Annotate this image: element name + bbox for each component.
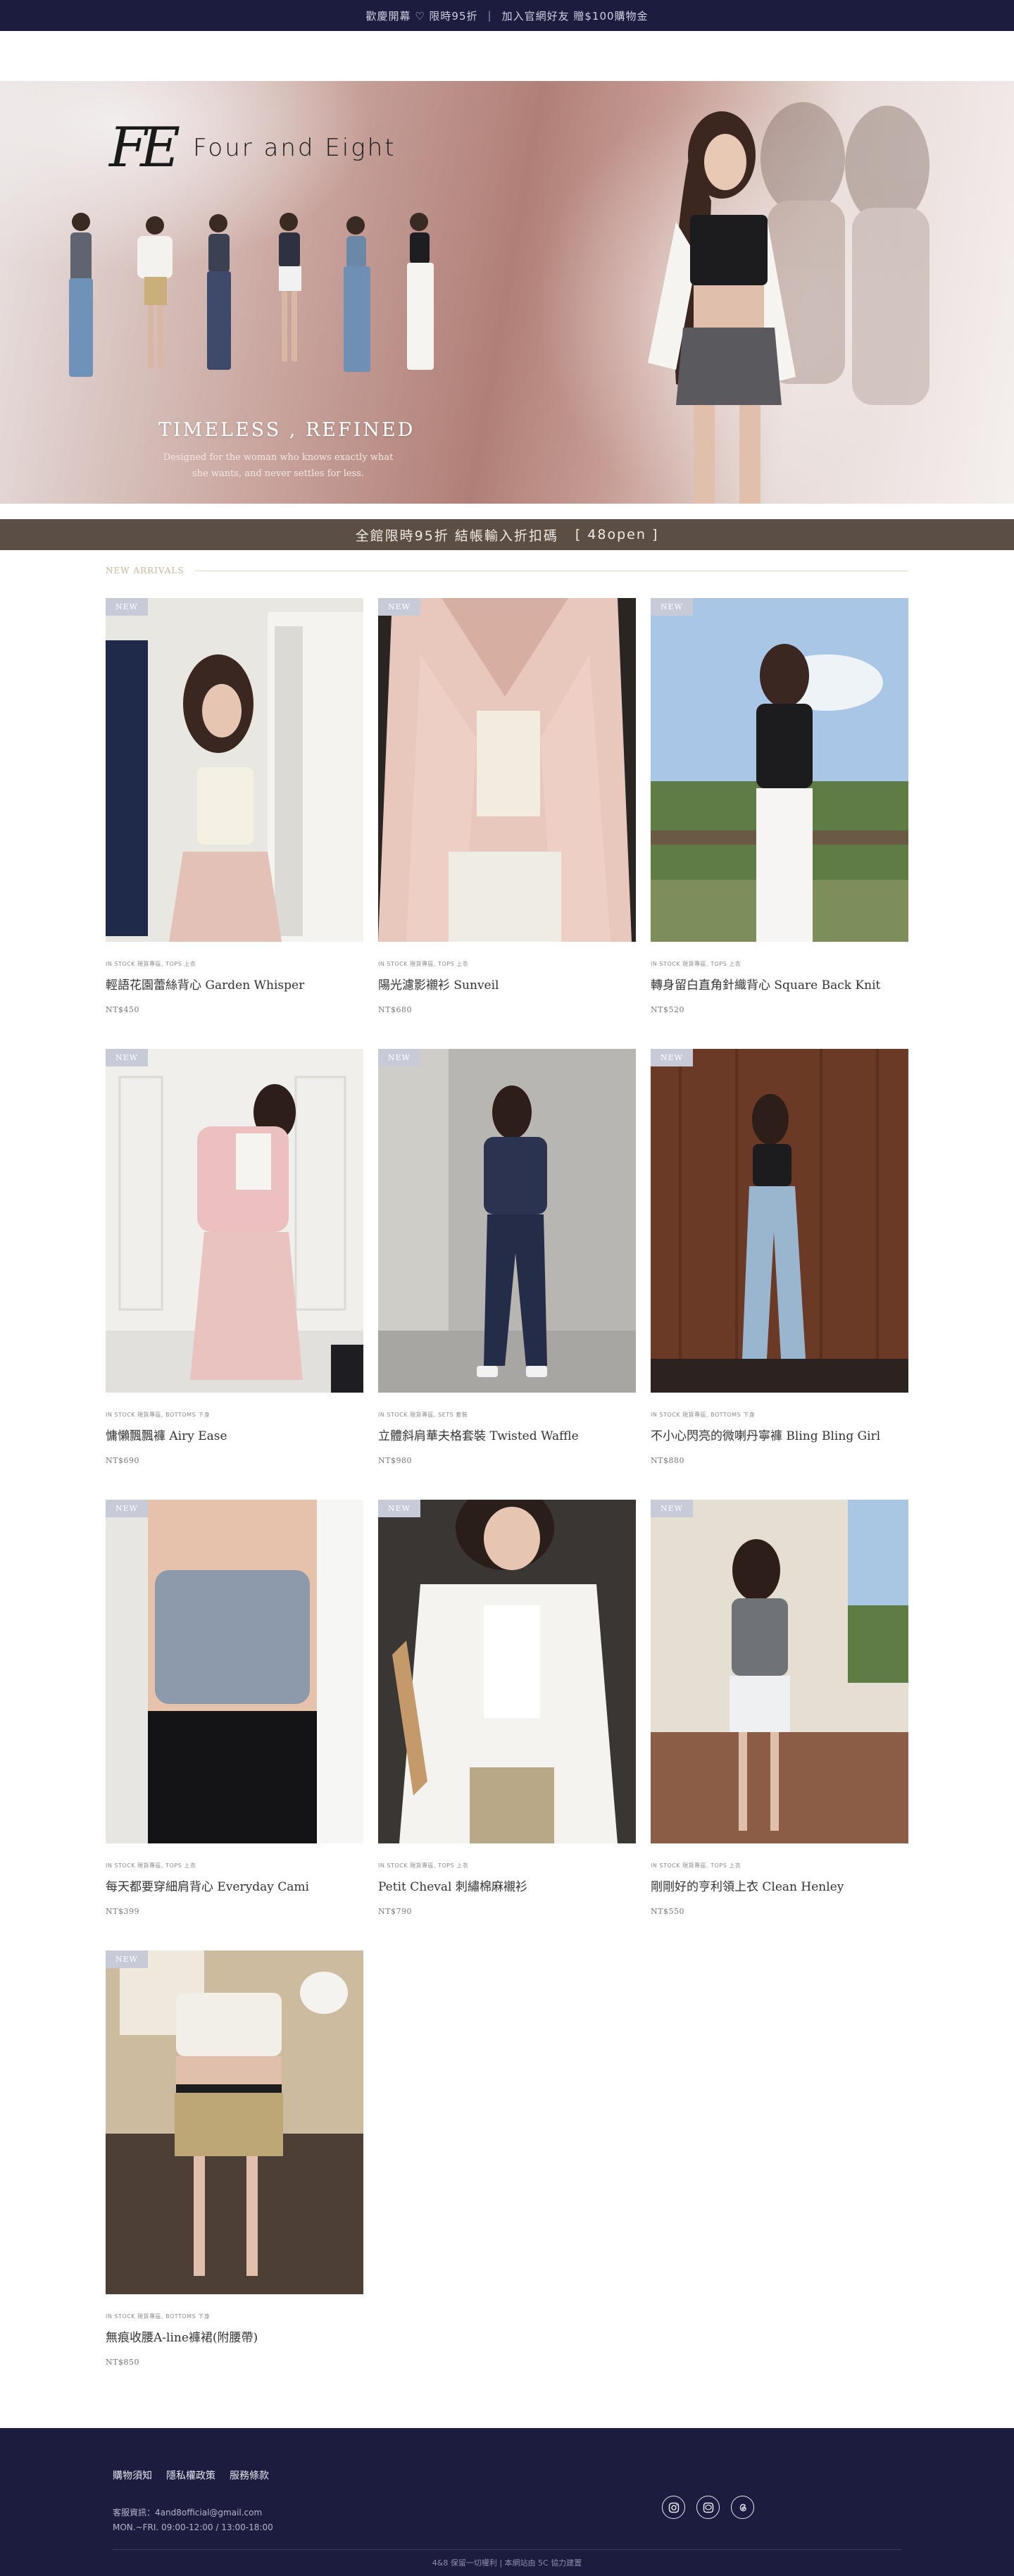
product-image[interactable]: NEW: [106, 1500, 363, 1843]
product-card[interactable]: NEW IN STOCK 現貨專區, TOPS 上衣 陽光濾影襯衫 Sunvei…: [378, 598, 636, 1042]
product-price: NT$690: [106, 1456, 139, 1465]
new-badge: NEW: [651, 1049, 693, 1066]
product-category[interactable]: IN STOCK 現貨專區, TOPS 上衣: [651, 960, 908, 968]
product-category[interactable]: IN STOCK 現貨專區, BOTTOMS 下身: [106, 1411, 363, 1419]
announcement-left[interactable]: 歡慶開幕 ♡ 限時95折: [365, 8, 477, 23]
announcement-bar: 歡慶開幕 ♡ 限時95折 | 加入官網好友 贈$100購物金: [0, 0, 1014, 31]
product-card[interactable]: NEW IN STOCK 現貨專區, BOTTOMS 下身 慵懶飄飄褲 Airy…: [106, 1049, 363, 1493]
instagram-icon[interactable]: [662, 2496, 685, 2519]
promo-strip: 全館限時95折 結帳輸入折扣碼 [ 48open ]: [0, 519, 1014, 550]
ghost-figure-2: [845, 106, 930, 405]
hero-subline: Designed for the woman who knows exactly…: [163, 452, 394, 479]
product-grid: NEW IN STOCK 現貨專區, TOPS 上衣 輕語花園蕾絲背心 Gard…: [106, 598, 908, 2394]
new-badge: NEW: [106, 1500, 148, 1517]
product-name[interactable]: 無痕收腰A-line褲裙(附腰帶): [106, 2327, 363, 2345]
new-badge: NEW: [106, 1049, 148, 1066]
product-category[interactable]: IN STOCK 現貨專區, TOPS 上衣: [378, 1862, 636, 1869]
product-image[interactable]: NEW: [106, 1049, 363, 1393]
product-image[interactable]: NEW: [651, 1049, 908, 1393]
product-image[interactable]: NEW: [106, 1950, 363, 2294]
footer-social: [662, 2496, 754, 2519]
model-figure-3: [207, 214, 231, 370]
product-image[interactable]: NEW: [378, 1049, 636, 1393]
hero-model-photo: [648, 102, 930, 504]
product-card[interactable]: NEW IN STOCK 現貨專區, TOPS 上衣 Petit Cheval …: [378, 1500, 636, 1943]
footer-link-shopping-guide[interactable]: 購物須知: [113, 2468, 152, 2482]
model-figure-2: [137, 216, 173, 368]
product-image[interactable]: NEW: [651, 1500, 908, 1843]
product-price: NT$450: [106, 1005, 139, 1014]
site-footer: 購物須知 隱私權政策 服務條款 客服資訊：4and8official@gmail…: [0, 2428, 1014, 2576]
hero-tagline: TIMELESS , REFINED: [158, 419, 415, 441]
product-price: NT$550: [651, 1907, 684, 1916]
new-badge: NEW: [378, 598, 420, 616]
footer-divider: [113, 2549, 901, 2550]
product-category[interactable]: IN STOCK 現貨專區, TOPS 上衣: [651, 1862, 908, 1869]
product-name[interactable]: 剛剛好的亨利領上衣 Clean Henley: [651, 1877, 908, 1894]
product-price: NT$880: [651, 1456, 684, 1465]
product-image[interactable]: NEW: [106, 598, 363, 942]
product-image[interactable]: NEW: [378, 598, 636, 942]
product-price: NT$850: [106, 2358, 139, 2367]
model-figure-1: [69, 213, 93, 377]
product-card[interactable]: NEW IN STOCK 現貨專區, TOPS 上衣 剛剛好的亨利領上衣 Cle…: [651, 1500, 908, 1943]
hero-logo: FE Four and Eight: [109, 116, 396, 180]
product-price: NT$399: [106, 1907, 139, 1916]
promo-text: 全館限時95折 結帳輸入折扣碼: [355, 528, 558, 544]
product-name[interactable]: 轉身留白直角針織背心 Square Back Knit: [651, 975, 908, 993]
product-category[interactable]: IN STOCK 現貨專區, BOTTOMS 下身: [651, 1411, 908, 1419]
product-card[interactable]: NEW IN STOCK 現貨專區, TOPS 上衣 輕語花園蕾絲背心 Gard…: [106, 598, 363, 1042]
footer-service-info: 客服資訊：4and8official@gmail.com MON.~FRI. 0…: [113, 2506, 273, 2535]
new-badge: NEW: [651, 598, 693, 616]
model-figure-5: [344, 216, 370, 372]
product-card[interactable]: NEW IN STOCK 現貨專區, BOTTOMS 下身 無痕收腰A-line…: [106, 1950, 363, 2394]
brand-monogram: FE: [109, 116, 180, 180]
new-badge: NEW: [651, 1500, 693, 1517]
announcement-right[interactable]: 加入官網好友 贈$100購物金: [502, 8, 649, 23]
new-badge: NEW: [378, 1049, 420, 1066]
product-category[interactable]: IN STOCK 現貨專區, TOPS 上衣: [106, 960, 363, 968]
service-email: 客服資訊：4and8official@gmail.com: [113, 2508, 263, 2518]
product-name[interactable]: 每天都要穿細肩背心 Everyday Cami: [106, 1877, 363, 1894]
new-badge: NEW: [378, 1500, 420, 1517]
footer-links: 購物須知 隱私權政策 服務條款: [113, 2468, 269, 2482]
product-category[interactable]: IN STOCK 現貨專區, TOPS 上衣: [378, 960, 636, 968]
product-category[interactable]: IN STOCK 現貨專區, TOPS 上衣: [106, 1862, 363, 1869]
product-image[interactable]: NEW: [651, 598, 908, 942]
footer-link-privacy[interactable]: 隱私權政策: [166, 2468, 215, 2482]
product-card[interactable]: NEW IN STOCK 現貨專區, SETS 套裝 立體斜肩華夫格套裝 Twi…: [378, 1049, 636, 1493]
section-title: NEW ARRIVALS: [106, 566, 184, 575]
product-price: NT$790: [378, 1907, 412, 1916]
product-name[interactable]: 陽光濾影襯衫 Sunveil: [378, 975, 636, 993]
product-name[interactable]: 慵懶飄飄褲 Airy Ease: [106, 1426, 363, 1443]
threads-icon[interactable]: [731, 2496, 754, 2519]
product-card[interactable]: NEW IN STOCK 現貨專區, TOPS 上衣 每天都要穿細肩背心 Eve…: [106, 1500, 363, 1943]
product-card[interactable]: NEW IN STOCK 現貨專區, TOPS 上衣 轉身留白直角針織背心 Sq…: [651, 598, 908, 1042]
product-category[interactable]: IN STOCK 現貨專區, BOTTOMS 下身: [106, 2313, 363, 2320]
header: [0, 31, 1014, 81]
product-price: NT$520: [651, 1005, 684, 1014]
product-category[interactable]: IN STOCK 現貨專區, SETS 套裝: [378, 1411, 636, 1419]
service-hours: MON.~FRI. 09:00-12:00 / 13:00-18:00: [113, 2522, 273, 2532]
product-name[interactable]: 不小心閃亮的微喇丹寧褲 Bling Bling Girl: [651, 1426, 908, 1443]
product-card[interactable]: NEW IN STOCK 現貨專區, BOTTOMS 下身 不小心閃亮的微喇丹寧…: [651, 1049, 908, 1493]
product-name[interactable]: Petit Cheval 刺繡棉麻襯衫: [378, 1877, 636, 1894]
product-name[interactable]: 輕語花園蕾絲背心 Garden Whisper: [106, 975, 363, 993]
model-figure-6: [407, 213, 434, 370]
product-price: NT$680: [378, 1005, 412, 1014]
brand-name: Four and Eight: [193, 134, 396, 162]
new-badge: NEW: [106, 598, 148, 616]
footer-link-terms[interactable]: 服務條款: [230, 2468, 269, 2482]
new-badge: NEW: [106, 1950, 148, 1968]
product-name[interactable]: 立體斜肩華夫格套裝 Twisted Waffle: [378, 1426, 636, 1443]
product-image[interactable]: NEW: [378, 1500, 636, 1843]
line-icon[interactable]: [696, 2496, 720, 2519]
promo-code: [ 48open ]: [575, 527, 659, 542]
footer-copyright: 4&8 保留一切權利 | 本網站由 5C 協力建置: [432, 2558, 582, 2568]
model-figure-4: [279, 213, 301, 361]
product-price: NT$980: [378, 1456, 412, 1465]
hero-banner[interactable]: FE Four and Eight TIMELESS , REFINED Des…: [0, 81, 1014, 504]
announcement-separator: |: [487, 9, 492, 22]
section-header: NEW ARRIVALS: [106, 566, 908, 575]
